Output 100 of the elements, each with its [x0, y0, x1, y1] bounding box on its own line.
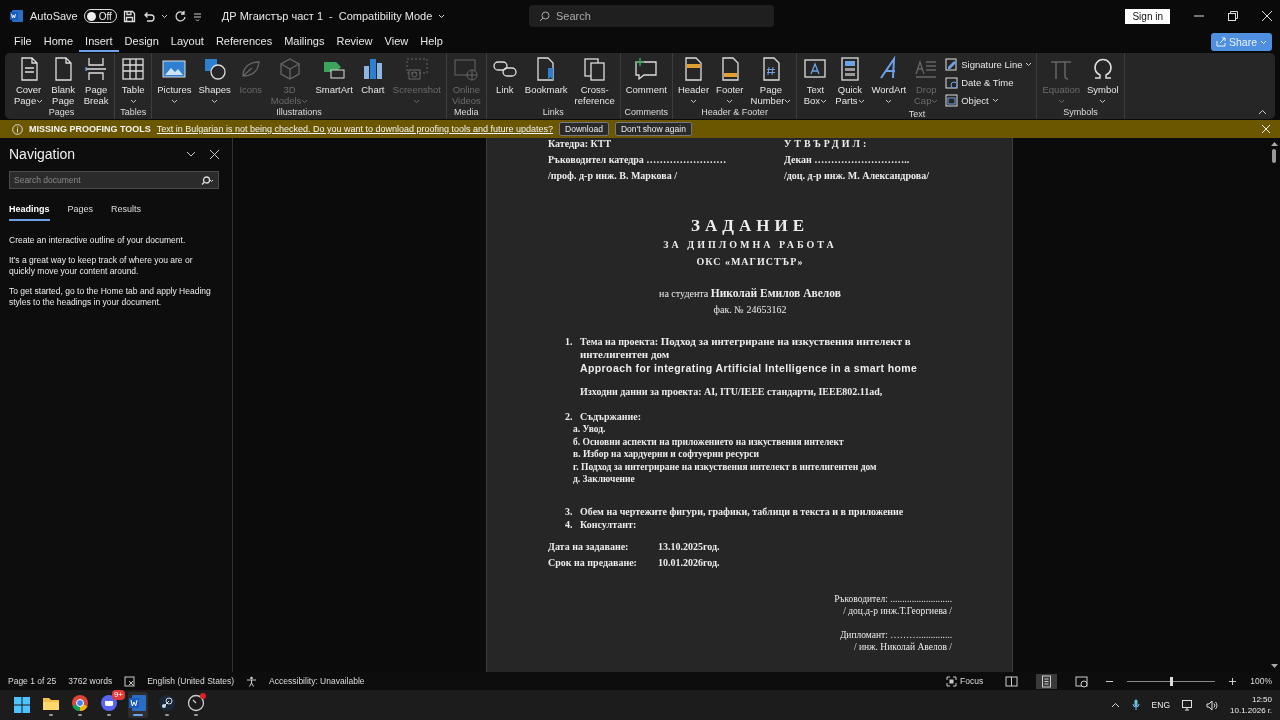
taskbar-app[interactable] — [128, 692, 148, 718]
ribbon-tab[interactable]: Home — [37, 32, 80, 52]
scroll-down-icon[interactable] — [1270, 664, 1278, 669]
close-icon[interactable] — [210, 149, 219, 159]
chevron-down-icon[interactable] — [186, 151, 196, 157]
signatory-name: / инж. Николай Авелов / — [853, 640, 952, 653]
message-button[interactable]: Don't show again — [614, 122, 692, 136]
input-language[interactable]: ENG — [1151, 700, 1170, 710]
read-mode-icon — [1005, 674, 1019, 688]
zoom-in-icon[interactable] — [1229, 677, 1237, 685]
close-icon[interactable] — [1262, 11, 1272, 21]
student-name: Николай Емилов Авелов — [710, 287, 841, 299]
scroll-up-icon[interactable] — [1270, 141, 1278, 146]
message-button[interactable]: Download — [559, 122, 609, 136]
title-separator: - — [329, 10, 333, 22]
taskbar-app[interactable] — [70, 692, 90, 718]
ribbon-button[interactable]: Comment — [622, 55, 670, 107]
chevron-up-icon[interactable] — [1110, 702, 1120, 708]
ribbon-button[interactable]: Page Number — [747, 55, 795, 107]
pane-tab[interactable]: Headings — [9, 202, 50, 221]
network-icon[interactable] — [1182, 699, 1194, 711]
proofing-icon[interactable] — [124, 675, 136, 687]
clock-date[interactable]: 10.1.2026 г. — [1230, 705, 1272, 716]
ribbon-button[interactable]: SmartArt — [312, 55, 356, 107]
ribbon-button[interactable]: Symbol — [1084, 55, 1122, 107]
zoom-slider-thumb[interactable] — [1170, 676, 1174, 686]
gauge-icon — [187, 694, 205, 712]
ribbon-button[interactable]: Blank Page — [47, 55, 80, 107]
signature-role: Дипломант: — [839, 629, 889, 640]
ribbon-button[interactable]: Object — [943, 92, 1035, 109]
taskbar-app[interactable] — [186, 692, 206, 718]
ribbon-tab[interactable]: Layout — [164, 32, 210, 52]
customize-icon[interactable] — [192, 11, 202, 21]
ribbon-button[interactable]: Link — [488, 55, 521, 107]
search-field[interactable]: Search document — [9, 171, 219, 189]
info-icon — [12, 123, 23, 135]
header-line: /доц. д-р инж. М. Александрова/ — [784, 170, 930, 182]
ribbon-tab[interactable]: Design — [118, 32, 165, 52]
ribbon-tab[interactable]: Review — [330, 32, 379, 52]
microphone-icon[interactable] — [1131, 699, 1140, 711]
ribbon-tab[interactable]: Mailings — [278, 32, 331, 52]
ribbon-button[interactable]: Chart — [356, 55, 389, 107]
restore-icon[interactable] — [1228, 11, 1238, 21]
ribbon-button[interactable]: Shapes — [195, 55, 234, 107]
caret-icon — [1260, 39, 1267, 45]
signature-line: .......................... — [890, 593, 952, 604]
focus-icon — [946, 675, 958, 687]
word-count[interactable]: 3762 words — [68, 676, 113, 686]
page-count[interactable]: Page 1 of 25 — [8, 676, 57, 686]
ribbon-tab[interactable]: View — [378, 32, 415, 52]
focus-button[interactable]: Focus — [942, 674, 988, 688]
ribbon-tab[interactable]: References — [209, 32, 279, 52]
group-label: Illustrations — [275, 107, 323, 119]
ribbon-button[interactable]: Quick Parts — [832, 55, 868, 109]
search-icon — [201, 175, 214, 185]
clock-time[interactable]: 12:50 — [1251, 694, 1272, 705]
header-line: Декан ……………………….. — [784, 154, 911, 166]
zoom-level[interactable]: 100% — [1250, 676, 1272, 686]
scrollbar-thumb[interactable] — [1272, 149, 1276, 163]
ribbon-button[interactable]: Table — [117, 55, 150, 107]
ribbon-button[interactable]: Header — [674, 55, 713, 107]
ribbon-button[interactable]: Date & Time — [943, 74, 1035, 91]
ribbon-button[interactable]: Page Break — [80, 55, 113, 107]
pane-tab[interactable]: Results — [111, 202, 142, 221]
date-value: 13.10.2025год. — [658, 540, 721, 553]
ribbon-button[interactable]: Cover Page — [11, 55, 47, 107]
collapse-icon[interactable] — [1258, 109, 1267, 115]
list-number: 4. — [565, 517, 574, 531]
pane-tab[interactable]: Pages — [67, 202, 94, 221]
ribbon-button[interactable]: Pictures — [154, 55, 195, 107]
accessibility-status[interactable]: Accessibility: Unavailable — [269, 676, 365, 686]
proofing-link[interactable]: Text in Bulgarian is not being checked. Do you want to download proofing tools and future updates? — [156, 124, 554, 134]
ribbon-button[interactable]: Text Box — [799, 55, 832, 109]
save-icon[interactable] — [122, 9, 136, 23]
ribbon-tab[interactable]: Insert — [79, 32, 119, 52]
group-label: Symbols — [1062, 107, 1099, 119]
contents-entry: д. Заключение — [573, 473, 636, 486]
help-text: To get started, go to the Home tab and apply Heading styles to the headings in your document. — [9, 286, 212, 308]
taskbar-app[interactable] — [157, 692, 177, 718]
signature-role: Ръководител: — [834, 593, 889, 604]
accessibility-icon[interactable] — [246, 675, 258, 687]
language-label[interactable]: English (United States) — [147, 676, 235, 686]
ribbon-button[interactable]: Signature Line — [943, 56, 1035, 73]
ribbon-button[interactable]: Cross- reference — [571, 55, 618, 107]
section-label: Консултант: — [580, 517, 638, 531]
print-layout-icon — [1040, 674, 1054, 688]
search-field[interactable]: Search — [529, 5, 774, 27]
group-label: Comments — [623, 107, 670, 119]
notification-badge: 9+ — [111, 690, 125, 700]
contents-entry: г. Подход за интегриране на изкуствения интелект в интелигентен дом — [573, 460, 878, 473]
redo-icon[interactable] — [173, 9, 187, 23]
ribbon-button[interactable]: Bookmark — [521, 55, 571, 107]
contents-entry: а. Увод. — [573, 423, 607, 436]
ribbon-button[interactable]: WordArt — [868, 55, 910, 109]
speaker-icon[interactable] — [1206, 699, 1218, 711]
sign-in-button[interactable]: Sign in — [1125, 8, 1170, 24]
ribbon-tab[interactable]: Help — [414, 32, 449, 52]
view-button[interactable] — [1036, 673, 1058, 689]
ribbon-tab[interactable]: File — [8, 32, 38, 52]
ribbon-button[interactable]: Footer — [713, 55, 747, 107]
